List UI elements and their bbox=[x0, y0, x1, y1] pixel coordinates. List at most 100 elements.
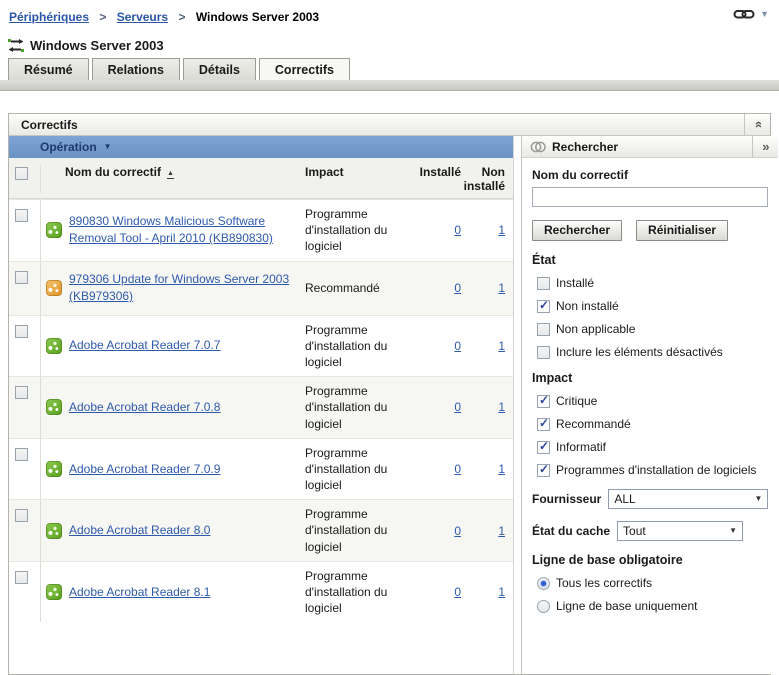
patch-green-icon bbox=[46, 337, 62, 354]
dropdown-arrow-icon: ▼ bbox=[103, 142, 112, 151]
dropdown-arrow-icon: ▼ bbox=[754, 494, 763, 503]
option-label: Tous les correctifs bbox=[556, 576, 653, 590]
patch-green-icon bbox=[46, 460, 62, 477]
table-row: Adobe Acrobat Reader 8.1 Programme d'ins… bbox=[9, 560, 513, 623]
panel-gap bbox=[514, 136, 521, 674]
breadcrumb-separator: > bbox=[99, 10, 107, 24]
breadcrumb: Périphériques > Serveurs > Windows Serve… bbox=[0, 0, 779, 24]
row-checkbox[interactable] bbox=[15, 447, 28, 461]
programmes-checkbox[interactable] bbox=[537, 462, 550, 477]
search-panel-expand-button[interactable]: » bbox=[752, 136, 779, 157]
patch-name-link[interactable]: Adobe Acrobat Reader 8.0 bbox=[69, 522, 210, 539]
table-row: 890830 Windows Malicious Software Remova… bbox=[9, 199, 513, 261]
table-row: Adobe Acrobat Reader 7.0.8 Programme d'i… bbox=[9, 376, 513, 438]
not-installed-count-link[interactable]: 1 bbox=[498, 524, 505, 538]
not-installed-count-link[interactable]: 1 bbox=[498, 281, 505, 295]
installed-count-link[interactable]: 0 bbox=[454, 339, 461, 353]
tab-bar: Résumé Relations Détails Correctifs bbox=[8, 58, 779, 80]
filter-option-non-installe: Non installé bbox=[537, 298, 768, 313]
cache-select[interactable]: Tout ▼ bbox=[617, 521, 744, 541]
installe-checkbox[interactable] bbox=[537, 276, 550, 290]
search-icon bbox=[530, 140, 546, 154]
not-installed-count-link[interactable]: 1 bbox=[498, 223, 505, 237]
filter-option-inclure-desactives: Inclure les éléments désactivés bbox=[537, 345, 768, 359]
operation-menu[interactable]: Opération ▼ bbox=[9, 136, 513, 158]
select-all-checkbox[interactable] bbox=[15, 167, 28, 180]
installed-count-link[interactable]: 0 bbox=[454, 400, 461, 414]
column-header-impact[interactable]: Impact bbox=[305, 165, 417, 193]
ligne-base-radio[interactable] bbox=[537, 599, 550, 613]
sort-ascending-icon[interactable] bbox=[167, 170, 174, 179]
search-button[interactable]: Rechercher bbox=[532, 220, 623, 241]
patch-name-input[interactable] bbox=[532, 187, 769, 207]
inclure-desactives-checkbox[interactable] bbox=[537, 345, 550, 359]
patch-name-link[interactable]: Adobe Acrobat Reader 7.0.7 bbox=[69, 337, 220, 354]
row-checkbox[interactable] bbox=[15, 209, 28, 222]
row-checkbox[interactable] bbox=[15, 386, 28, 400]
fournisseur-label: Fournisseur bbox=[532, 492, 602, 506]
installed-count-link[interactable]: 0 bbox=[454, 281, 461, 295]
column-header-installed[interactable]: Installé bbox=[417, 165, 461, 193]
not-installed-count-link[interactable]: 1 bbox=[498, 585, 505, 599]
patch-table-area: Opération ▼ Nom du correctif Impact Inst… bbox=[9, 136, 514, 674]
option-label: Critique bbox=[556, 394, 598, 408]
patch-name-link[interactable]: Adobe Acrobat Reader 7.0.9 bbox=[69, 461, 220, 478]
recommande-checkbox[interactable] bbox=[537, 416, 550, 431]
filter-option-installe: Installé bbox=[537, 276, 768, 290]
tab-resume[interactable]: Résumé bbox=[8, 58, 89, 80]
tab-relations[interactable]: Relations bbox=[91, 58, 180, 80]
option-label: Inclure les éléments désactivés bbox=[556, 345, 723, 359]
tab-details[interactable]: Détails bbox=[182, 58, 256, 80]
row-checkbox[interactable] bbox=[15, 270, 28, 284]
tab-strip-band bbox=[0, 80, 779, 91]
patch-name-link[interactable]: Adobe Acrobat Reader 8.1 bbox=[69, 584, 210, 601]
filter-option-informatif: Informatif bbox=[537, 439, 768, 454]
installed-count-link[interactable]: 0 bbox=[454, 223, 461, 237]
panel-title: Correctifs bbox=[21, 117, 78, 132]
informatif-checkbox[interactable] bbox=[537, 439, 550, 454]
tous-correctifs-radio[interactable] bbox=[537, 576, 550, 590]
reset-button[interactable]: Réinitialiser bbox=[636, 220, 729, 241]
column-header-name[interactable]: Nom du correctif bbox=[41, 165, 305, 193]
filter-option-non-applicable: Non applicable bbox=[537, 322, 768, 336]
column-header-name-label: Nom du correctif bbox=[65, 165, 162, 179]
impact-text: Programme d'installation du logiciel bbox=[305, 207, 388, 254]
cache-label: État du cache bbox=[532, 524, 611, 538]
row-checkbox[interactable] bbox=[15, 324, 28, 338]
patch-green-icon bbox=[46, 399, 62, 416]
patch-name-link[interactable]: Adobe Acrobat Reader 7.0.8 bbox=[69, 399, 220, 416]
table-row: Adobe Acrobat Reader 7.0.7 Programme d'i… bbox=[9, 314, 513, 377]
breadcrumb-link-serveurs[interactable]: Serveurs bbox=[117, 10, 168, 24]
patch-green-icon bbox=[46, 522, 62, 539]
breadcrumb-link-peripheriques[interactable]: Périphériques bbox=[9, 10, 89, 24]
patch-name-link[interactable]: 890830 Windows Malicious Software Remova… bbox=[69, 213, 297, 247]
non-applicable-checkbox[interactable] bbox=[537, 322, 550, 336]
filter-option-critique: Critique bbox=[537, 393, 768, 408]
fournisseur-select[interactable]: ALL ▼ bbox=[608, 489, 769, 509]
patch-orange-icon bbox=[46, 280, 62, 297]
installed-count-link[interactable]: 0 bbox=[454, 585, 461, 599]
not-installed-count-link[interactable]: 1 bbox=[498, 462, 505, 476]
row-checkbox[interactable] bbox=[15, 509, 28, 523]
dropdown-arrow-icon[interactable]: ▼ bbox=[760, 9, 769, 19]
fournisseur-value: ALL bbox=[614, 492, 636, 506]
critique-checkbox[interactable] bbox=[537, 393, 550, 408]
patch-name-field-label: Nom du correctif bbox=[532, 168, 629, 182]
option-label: Recommandé bbox=[556, 417, 631, 431]
expand-right-icon: » bbox=[762, 139, 770, 154]
column-header-not-installed[interactable]: Non installé bbox=[461, 165, 513, 193]
baseline-section-title: Ligne de base obligatoire bbox=[532, 553, 683, 567]
chain-link-icon[interactable] bbox=[733, 8, 755, 20]
non-installe-checkbox[interactable] bbox=[537, 298, 550, 313]
breadcrumb-separator: > bbox=[178, 10, 186, 24]
not-installed-count-link[interactable]: 1 bbox=[498, 339, 505, 353]
tab-correctifs[interactable]: Correctifs bbox=[258, 58, 350, 80]
not-installed-count-link[interactable]: 1 bbox=[498, 400, 505, 414]
installed-count-link[interactable]: 0 bbox=[454, 462, 461, 476]
panel-collapse-button[interactable]: » bbox=[744, 114, 770, 135]
patch-name-link[interactable]: 979306 Update for Windows Server 2003 (K… bbox=[69, 271, 297, 305]
search-panel: Rechercher » Nom du correctif Rechercher… bbox=[521, 136, 779, 674]
breadcrumb-current: Windows Server 2003 bbox=[195, 10, 320, 24]
installed-count-link[interactable]: 0 bbox=[454, 524, 461, 538]
row-checkbox[interactable] bbox=[15, 570, 28, 584]
